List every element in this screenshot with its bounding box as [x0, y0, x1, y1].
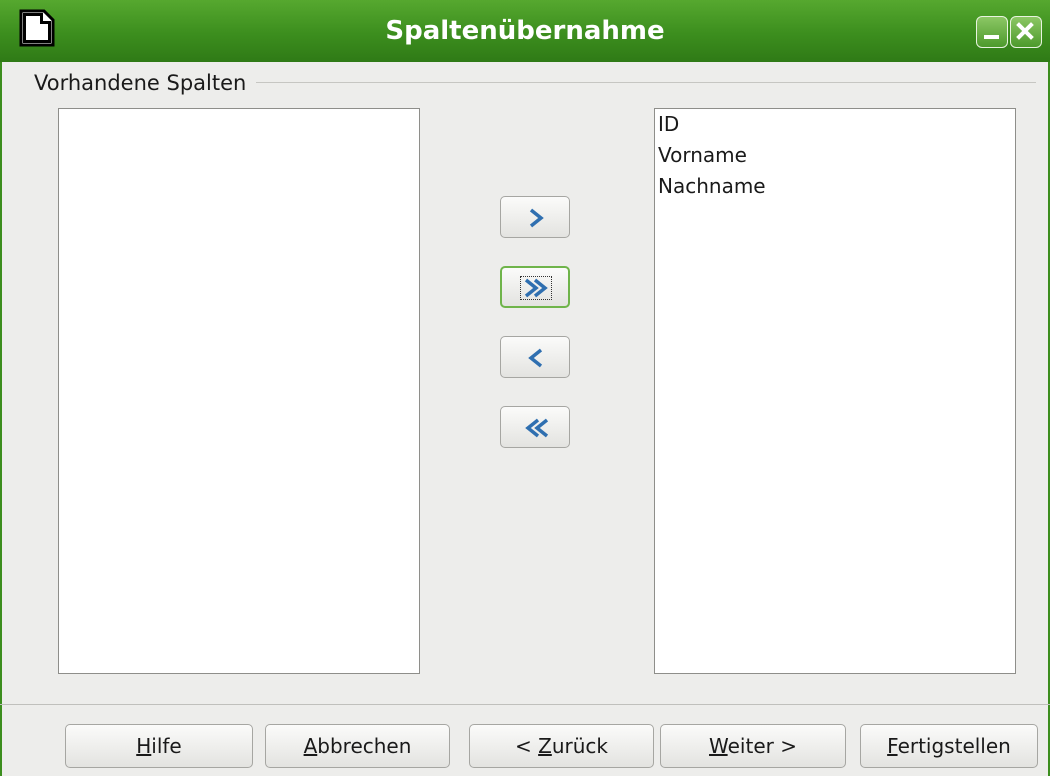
double-chevron-left-icon [525, 418, 549, 438]
group-label-existing-columns: Vorhandene Spalten [34, 66, 257, 100]
back-prefix: < [515, 734, 539, 758]
single-chevron-left-icon [528, 348, 543, 368]
minimize-icon [984, 35, 999, 39]
minimize-button[interactable] [976, 16, 1008, 48]
finish-label: ertigstellen [897, 734, 1011, 758]
close-button[interactable] [1010, 16, 1042, 48]
back-label: urück [551, 734, 608, 758]
cancel-label: bbrechen [317, 734, 412, 758]
help-button[interactable]: Hilfe [65, 724, 253, 768]
help-mnemonic: H [136, 734, 152, 758]
move-selected-left-button[interactable] [500, 336, 570, 378]
title-bar[interactable]: Spaltenübernahme [0, 0, 1050, 62]
selected-columns-list[interactable]: ID Vorname Nachname [654, 108, 1016, 674]
single-chevron-right-icon [529, 208, 544, 228]
window-frame-left [0, 62, 2, 776]
cancel-button[interactable]: Abbrechen [265, 724, 450, 768]
column-transfer-dialog: Spaltenübernahme Vorhandene Spalten ID Vo… [0, 0, 1050, 776]
back-mnemonic: Z [538, 734, 552, 758]
footer-separator [0, 704, 1050, 705]
finish-mnemonic: F [887, 734, 898, 758]
double-chevron-right-icon [524, 278, 548, 298]
back-button[interactable]: < Zurück [469, 724, 654, 768]
list-item[interactable]: Nachname [655, 171, 1015, 202]
move-all-left-button[interactable] [500, 406, 570, 448]
cancel-mnemonic: A [303, 734, 318, 758]
window-title: Spaltenübernahme [385, 16, 665, 46]
next-mnemonic: W [709, 734, 728, 758]
available-columns-list[interactable] [58, 108, 420, 674]
finish-button[interactable]: Fertigstellen [860, 724, 1038, 768]
close-icon [1016, 22, 1034, 40]
next-label: eiter > [727, 734, 797, 758]
help-label: ilfe [151, 734, 182, 758]
list-item[interactable]: Vorname [655, 140, 1015, 171]
move-all-right-button[interactable] [500, 266, 570, 308]
move-selected-right-button[interactable] [500, 196, 570, 238]
next-button[interactable]: Weiter > [660, 724, 846, 768]
list-item[interactable]: ID [655, 109, 1015, 140]
